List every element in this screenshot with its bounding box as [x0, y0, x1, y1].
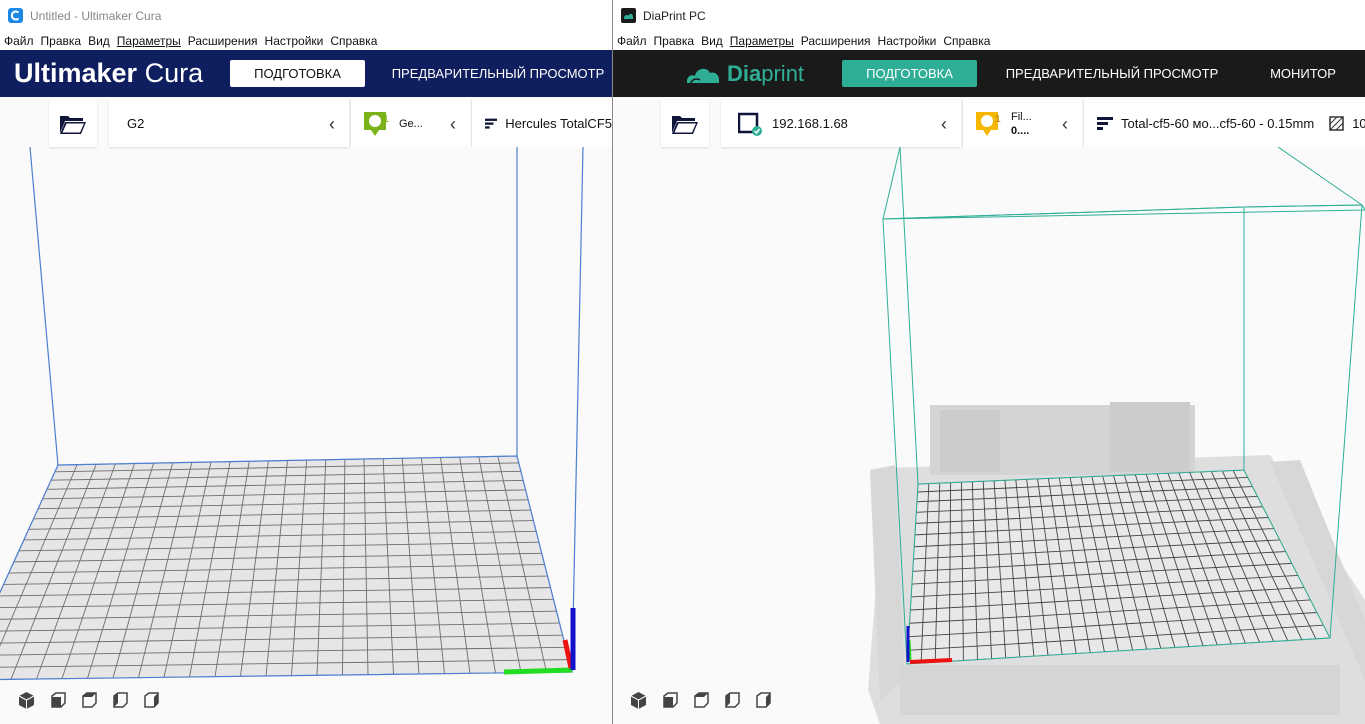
cura-header: Ultimaker Cura ПОДГОТОВКА ПРЕДВАРИТЕЛЬНЫ…	[0, 50, 612, 97]
view-front-icon[interactable]	[48, 691, 67, 710]
extruder-selector[interactable]: 1 Ge... ‹	[350, 100, 470, 147]
print-settings-selector[interactable]: Total-cf5-60 мо...cf5-60 - 0.15mm 100	[1083, 100, 1365, 147]
open-file-button[interactable]	[661, 100, 709, 147]
open-file-button[interactable]	[49, 100, 97, 147]
view-front-icon[interactable]	[660, 691, 679, 710]
print-settings-icon	[485, 118, 498, 129]
menu-extensions[interactable]: Расширения	[188, 34, 258, 48]
extruder-selector[interactable]: 1 Fil... 0.... ‹	[962, 100, 1082, 147]
diaprint-logo: Diaprint	[685, 61, 804, 87]
build-volume	[0, 147, 584, 681]
profile-label: Total-cf5-60 мо...cf5-60 - 0.15mm	[1121, 116, 1315, 131]
menu-file[interactable]: Файл	[4, 34, 34, 48]
cura-window: Untitled - Ultimaker Cura Файл Правка Ви…	[0, 0, 612, 724]
title-bar[interactable]: DiaPrint PC	[613, 0, 1365, 31]
print-settings-selector[interactable]: Hercules TotalCF5	[471, 100, 612, 147]
infill-value: 100	[1352, 116, 1365, 131]
extruder-badge-number: 1	[995, 114, 1001, 125]
tab-preview[interactable]: ПРЕДВАРИТЕЛЬНЫЙ ПРОСМОТР	[1001, 60, 1223, 87]
axis-x	[909, 658, 953, 664]
tab-prepare[interactable]: ПОДГОТОВКА	[230, 60, 365, 87]
cloud-logo-icon	[686, 68, 720, 84]
tab-monitor[interactable]: МОНИТОР	[1263, 60, 1343, 87]
diaprint-header: Diaprint ПОДГОТОВКА ПРЕДВАРИТЕЛЬНЫЙ ПРОС…	[613, 50, 1365, 97]
menu-bar: Файл Правка Вид Параметры Расширения Нас…	[613, 31, 1365, 50]
chevron-left-icon: ‹	[450, 114, 456, 134]
printer-selector[interactable]: 192.168.1.68 ‹	[721, 100, 961, 147]
menu-extensions[interactable]: Расширения	[801, 34, 871, 48]
diaprint-3d-viewport[interactable]	[613, 147, 1365, 724]
window-title: Untitled - Ultimaker Cura	[30, 8, 162, 23]
menu-settings[interactable]: Настройки	[878, 34, 937, 48]
view-right-icon[interactable]	[753, 691, 772, 710]
view-3d-icon[interactable]	[17, 691, 36, 710]
extruder-badge-number: 1	[383, 114, 389, 125]
window-title: DiaPrint PC	[643, 8, 706, 23]
menu-help[interactable]: Справка	[943, 34, 990, 48]
cura-toolbar: G2 ‹ 1 Ge... ‹ Hercules TotalCF5	[0, 97, 612, 147]
network-printer-icon	[737, 112, 762, 136]
cura-3d-viewport[interactable]	[0, 147, 612, 724]
folder-open-icon	[672, 115, 698, 134]
chevron-left-icon: ‹	[1062, 114, 1068, 134]
printer-address: 192.168.1.68	[772, 116, 848, 131]
chevron-left-icon: ‹	[329, 114, 335, 134]
menu-view[interactable]: Вид	[88, 34, 110, 48]
menu-parameters[interactable]: Параметры	[117, 34, 181, 48]
profile-label: Hercules TotalCF5	[505, 116, 612, 131]
printer-name: G2	[127, 116, 145, 131]
tab-preview[interactable]: ПРЕДВАРИТЕЛЬНЫЙ ПРОСМОТР	[388, 60, 608, 87]
build-volume	[868, 147, 1365, 724]
printer-selector[interactable]: G2 ‹	[109, 100, 349, 147]
chevron-left-icon: ‹	[941, 114, 947, 134]
print-settings-icon	[1097, 116, 1113, 130]
extruder-material-label: Fil...	[1011, 110, 1032, 123]
extruder-material-label: Ge...	[399, 117, 423, 130]
view-top-icon[interactable]	[691, 691, 710, 710]
view-top-icon[interactable]	[79, 691, 98, 710]
infill-icon	[1329, 116, 1344, 131]
diaprint-app-icon	[621, 8, 636, 23]
diaprint-toolbar: 192.168.1.68 ‹ 1 Fil... 0.... ‹ Total-cf…	[613, 97, 1365, 147]
cura-logo: Ultimaker Cura	[14, 58, 204, 88]
menu-edit[interactable]: Правка	[41, 34, 82, 48]
tab-prepare[interactable]: ПОДГОТОВКА	[842, 60, 977, 87]
view-3d-icon[interactable]	[629, 691, 648, 710]
view-left-icon[interactable]	[110, 691, 129, 710]
menu-bar: Файл Правка Вид Параметры Расширения Нас…	[0, 31, 612, 50]
folder-open-icon	[60, 115, 86, 134]
menu-view[interactable]: Вид	[701, 34, 723, 48]
cura-app-icon	[8, 8, 23, 23]
extruder-nozzle-label: 0....	[1011, 124, 1030, 137]
menu-help[interactable]: Справка	[330, 34, 377, 48]
view-right-icon[interactable]	[141, 691, 160, 710]
view-orientation-controls	[17, 691, 160, 710]
axis-x	[503, 667, 573, 675]
view-left-icon[interactable]	[722, 691, 741, 710]
menu-file[interactable]: Файл	[617, 34, 647, 48]
menu-settings[interactable]: Настройки	[265, 34, 324, 48]
title-bar[interactable]: Untitled - Ultimaker Cura	[0, 0, 612, 31]
diaprint-window: DiaPrint PC Файл Правка Вид Параметры Ра…	[613, 0, 1365, 724]
menu-parameters[interactable]: Параметры	[730, 34, 794, 48]
view-orientation-controls	[629, 691, 772, 710]
menu-edit[interactable]: Правка	[654, 34, 695, 48]
